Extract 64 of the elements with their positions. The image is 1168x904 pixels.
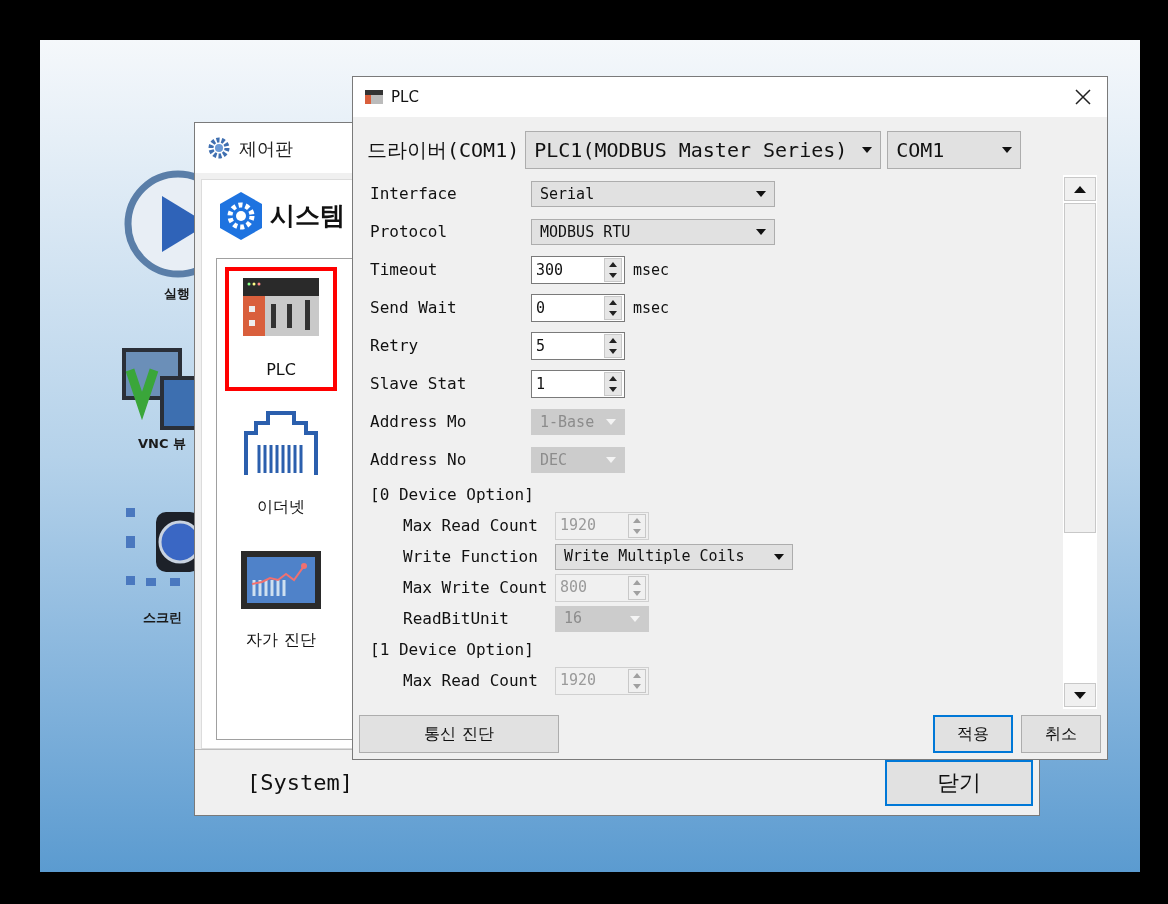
desktop-icon-label: 스크린 (142, 609, 182, 627)
dropdown[interactable]: COM1 (887, 131, 1022, 169)
field-label: Address No (369, 449, 468, 471)
plc-rack-icon (365, 90, 383, 104)
window-title: PLC (391, 86, 420, 108)
spin-box[interactable]: 0 (531, 294, 625, 322)
field-label: Retry (369, 335, 420, 357)
dialog-button[interactable]: 통신 진단 (359, 715, 559, 753)
field-label: Max Read Count (402, 514, 539, 537)
dropdown[interactable]: Serial (531, 181, 775, 207)
spin-arrows-icon[interactable] (604, 296, 622, 320)
unit-label: msec (633, 297, 670, 319)
close-button[interactable]: 닫기 (885, 759, 1033, 806)
field-label: Max Write Count (402, 576, 549, 599)
spin-box[interactable]: 5 (531, 332, 625, 360)
scrollbar-thumb[interactable] (1064, 203, 1096, 533)
settings-hexagon-icon (218, 191, 264, 241)
desktop-icon-label: VNC 뷰 (138, 435, 186, 453)
field-label: Write Function (402, 545, 539, 568)
section-heading: [1 Device Option] (370, 638, 534, 661)
scroll-down-button[interactable] (1064, 683, 1096, 707)
section-title: 시스템 (270, 200, 345, 233)
field-label: ReadBitUnit (402, 607, 510, 630)
footer-label: [System] (247, 769, 353, 797)
dropdown[interactable]: MODBUS RTU (531, 219, 775, 245)
panel-item[interactable]: 이더넷 (225, 403, 337, 527)
dropdown[interactable]: Write Multiple Coils (555, 543, 793, 570)
dropdown-caret-icon (606, 457, 616, 463)
field-label: Protocol (369, 221, 449, 243)
field-label: Timeout (369, 259, 439, 281)
dropdown[interactable]: PLC1(MODBUS Master Series) (525, 131, 882, 169)
dialog-button[interactable]: 취소 (1021, 715, 1101, 753)
dropdown-caret-icon (630, 615, 640, 622)
field-label: Address Mo (369, 411, 468, 433)
dropdown-caret-icon (774, 553, 784, 560)
up-arrow-icon (1074, 185, 1086, 193)
spin-arrows-icon[interactable] (604, 334, 622, 358)
down-arrow-icon (1074, 691, 1086, 699)
scroll-up-button[interactable] (1064, 177, 1096, 201)
ethernet-port-icon (243, 411, 319, 477)
panel-item[interactable]: PLC (225, 267, 337, 391)
panel-item[interactable]: 자가 진단 (225, 539, 337, 663)
chart-monitor-icon (240, 550, 322, 610)
desktop-icon-label: 실행 (164, 285, 190, 303)
dropdown-caret-icon (606, 419, 616, 425)
dropdown-caret-icon (1002, 147, 1013, 153)
field-label: Max Read Count (402, 669, 539, 692)
section-heading: [0 Device Option] (370, 483, 534, 506)
spin-box[interactable]: 1 (531, 370, 625, 398)
field-label: Interface (369, 183, 458, 205)
spin-arrows-icon[interactable] (604, 372, 622, 396)
gear-icon (207, 136, 231, 160)
window-title: 제어판 (239, 136, 293, 161)
dialog-button[interactable]: 적용 (933, 715, 1013, 753)
field-label: Send Wait (369, 297, 458, 319)
field-label: Slave Stat (369, 373, 468, 395)
driver-label: 드라이버(COM1) (367, 137, 520, 164)
dropdown-caret-icon (862, 147, 873, 153)
unit-label: msec (633, 259, 670, 281)
dropdown-caret-icon (756, 191, 766, 197)
close-icon (1075, 89, 1091, 105)
dropdown-caret-icon (756, 229, 766, 235)
spin-arrows-icon[interactable] (604, 258, 622, 282)
spin-box[interactable]: 300 (531, 256, 625, 284)
